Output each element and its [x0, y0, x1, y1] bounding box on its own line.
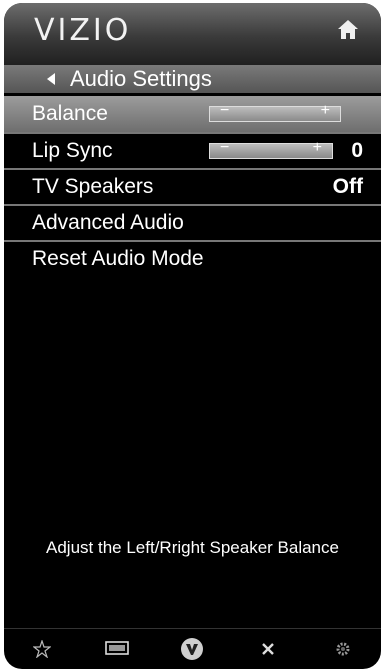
lip-sync-slider[interactable]: − +	[209, 139, 333, 159]
menu-item-label: Reset Audio Mode	[32, 247, 204, 270]
menu-item-tv-speakers[interactable]: TV Speakers Off	[4, 168, 381, 204]
bottom-nav-bar	[4, 628, 381, 669]
tv-menu-screen: VIZIO Audio Settings Balance − + Lip Syn…	[4, 3, 381, 669]
header-bar: VIZIO	[4, 3, 381, 65]
menu-item-balance[interactable]: Balance − +	[4, 96, 381, 132]
menu-item-reset-audio-mode[interactable]: Reset Audio Mode	[4, 240, 381, 276]
slider-minus: −	[220, 102, 230, 119]
menu-item-label: Balance	[32, 102, 108, 125]
balance-slider[interactable]: − +	[209, 102, 341, 122]
breadcrumb[interactable]: Audio Settings	[4, 65, 381, 93]
slider-plus: +	[320, 102, 330, 119]
breadcrumb-title: Audio Settings	[70, 66, 212, 91]
menu-item-label: TV Speakers	[32, 175, 154, 198]
slider-minus: −	[220, 139, 230, 156]
lip-sync-value: 0	[351, 139, 363, 162]
vizio-v-icon[interactable]	[172, 634, 212, 664]
audio-settings-menu: Balance − + Lip Sync − + 0 TV Speakers O…	[4, 96, 381, 276]
menu-item-lip-sync[interactable]: Lip Sync − + 0	[4, 132, 381, 168]
back-arrow-icon[interactable]	[46, 72, 56, 86]
tv-speakers-value: Off	[332, 175, 363, 198]
home-icon[interactable]	[335, 17, 361, 43]
menu-item-label: Advanced Audio	[32, 211, 184, 234]
slider-plus: +	[312, 139, 322, 156]
close-icon[interactable]	[248, 634, 288, 664]
star-icon[interactable]	[22, 634, 62, 664]
gear-icon[interactable]	[323, 634, 363, 664]
menu-item-advanced-audio[interactable]: Advanced Audio	[4, 204, 381, 240]
help-description: Adjust the Left/Rright Speaker Balance	[46, 538, 339, 557]
vizio-logo: VIZIO	[34, 13, 132, 48]
menu-item-label: Lip Sync	[32, 139, 113, 162]
screen-icon[interactable]	[97, 634, 137, 664]
